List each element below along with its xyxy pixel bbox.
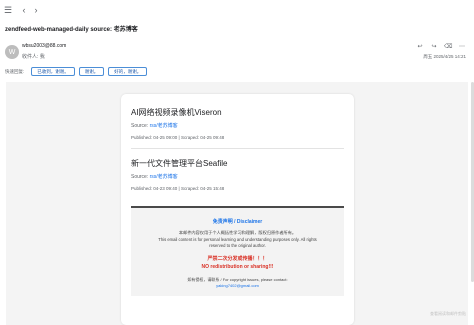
sender-address[interactable]: wbsu2003@88.com [22, 43, 66, 49]
sender-avatar: W [5, 45, 19, 59]
watermark: 查看阅读和邮件剪贴 [430, 311, 466, 316]
quick-reply-label: 快速回复: [5, 68, 25, 74]
article-published: Published: 04-23 09:40 | Scraped: 04-25 … [131, 186, 225, 191]
top-toolbar: ☰ ‹ › [0, 0, 474, 20]
contact-line: 如有侵权，请联系 / For copyright issues, please … [187, 276, 288, 282]
menu-icon[interactable]: ☰ [3, 5, 13, 15]
email-datetime: 周五 2025/4/25 14:21 [423, 54, 466, 59]
email-content-card: AI网络视频录像机Viseron Source: rss/老苏博客 Publis… [121, 94, 354, 325]
forward-icon[interactable]: › [31, 5, 41, 15]
source-link[interactable]: rss/老苏博客 [150, 123, 178, 129]
disclaimer-box: 免责声明 / Disclaimer 本邮件内容仅用于个人概括性学习和理解，版权归… [131, 206, 344, 296]
source-link[interactable]: rss/老苏博客 [150, 174, 178, 180]
email-subject: zendfeed-web-managed-daily source: 老苏博客 [5, 27, 138, 33]
more-icon[interactable]: ⋯ [458, 43, 466, 50]
quick-reply-chip[interactable]: 好的，谢谢。 [108, 67, 148, 76]
disclaimer-title: 免责声明 / Disclaimer [212, 219, 263, 225]
article-item: 新一代文件管理平台Seafile Source: rss/老苏博客 Publis… [131, 158, 344, 191]
divider [131, 148, 344, 149]
header-actions: ↩ ↪ ⌫ ⋯ [416, 43, 466, 50]
article-published: Published: 04-25 09:00 | Scraped: 04-25 … [131, 135, 225, 140]
article-source: Source: rss/老苏博客 [131, 123, 178, 129]
warning-en: NO redistribution or sharing!!! [201, 263, 274, 270]
back-icon[interactable]: ‹ [19, 5, 29, 15]
contact-email-link[interactable]: yaking7402@gmail.com [216, 283, 259, 288]
quick-reply-bar: 快速回复: 已收到，谢谢。 谢谢。 好的，谢谢。 [5, 67, 148, 76]
article-source: Source: rss/老苏博客 [131, 174, 178, 180]
reply-icon[interactable]: ↩ [416, 43, 424, 50]
article-title[interactable]: 新一代文件管理平台Seafile [131, 158, 344, 169]
contact-email: yaking7402@gmail.com [131, 283, 344, 290]
forward-mail-icon[interactable]: ↪ [430, 43, 438, 50]
quick-reply-chip[interactable]: 谢谢。 [78, 67, 105, 76]
delete-icon[interactable]: ⌫ [444, 43, 452, 50]
recipient-line: 收件人: 我 [22, 54, 45, 60]
article-item: AI网络视频录像机Viseron Source: rss/老苏博客 Publis… [131, 107, 344, 140]
article-title[interactable]: AI网络视频录像机Viseron [131, 107, 344, 118]
disclaimer-en-line2: reserved to the original author. [209, 243, 266, 248]
quick-reply-chip[interactable]: 已收到，谢谢。 [31, 67, 75, 76]
warning-cn: 严禁二次分发或传播！！！ [207, 255, 268, 262]
